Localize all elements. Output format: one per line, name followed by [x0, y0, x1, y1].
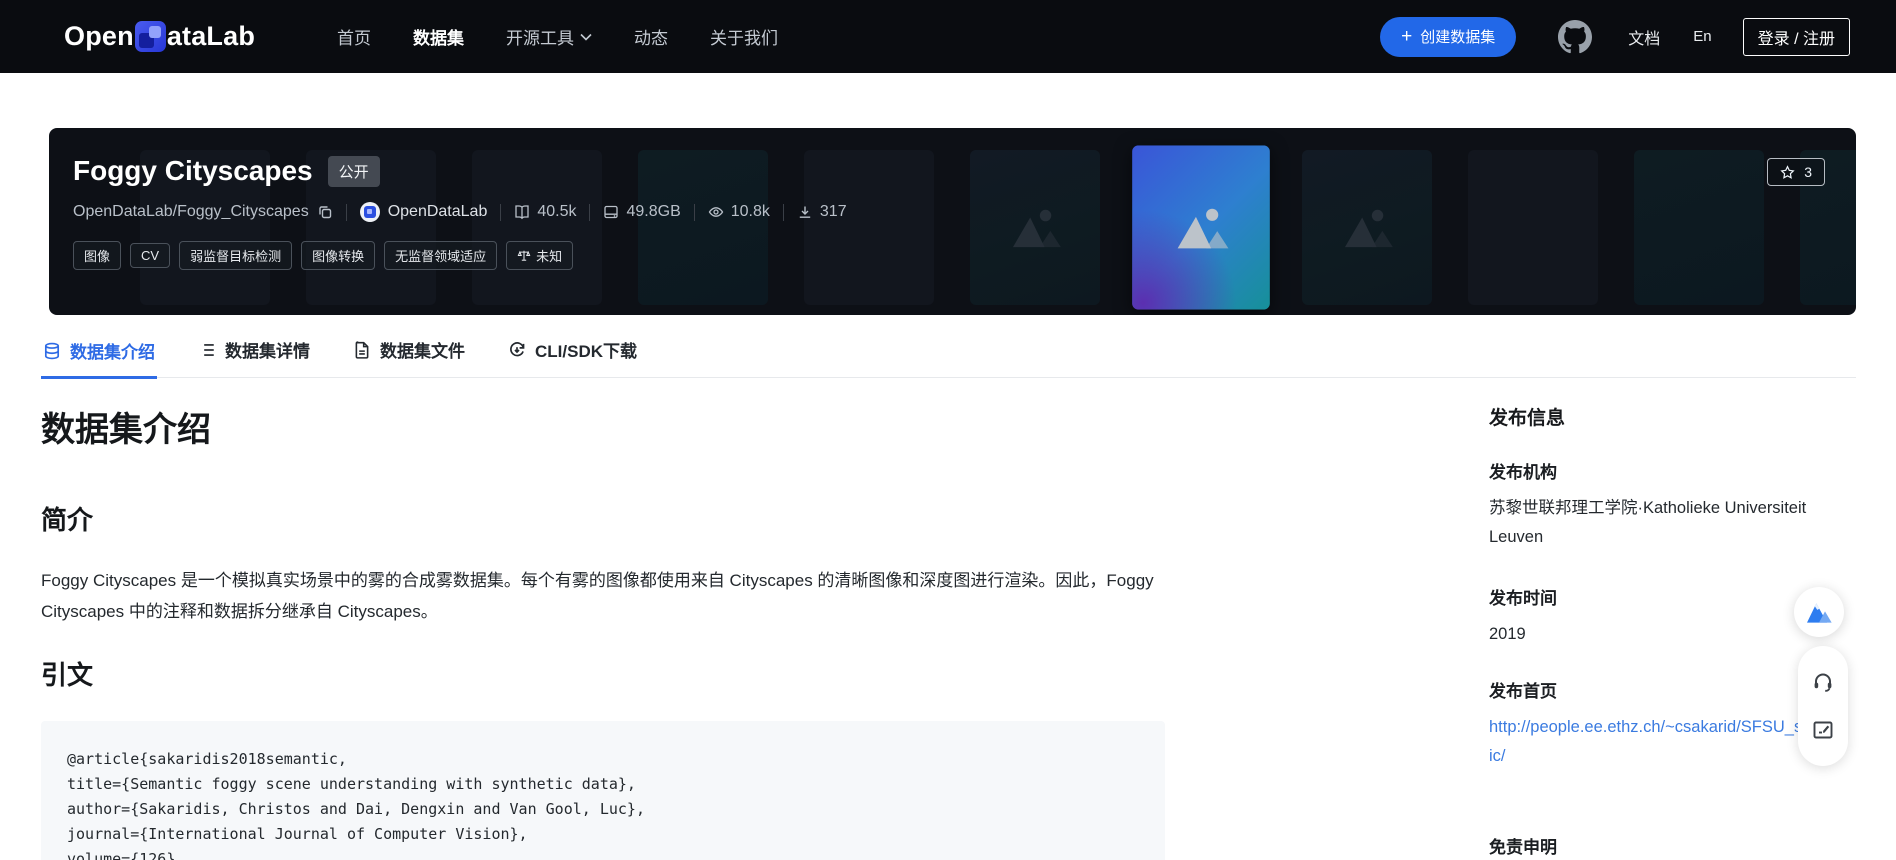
stat-volume: 40.5k	[514, 203, 576, 221]
tag-task-3[interactable]: 无监督领域适应	[384, 241, 498, 270]
image-placeholder-icon	[1338, 205, 1396, 251]
nav-home[interactable]: 首页	[337, 24, 371, 49]
headset-icon	[1814, 673, 1832, 692]
opendatalab-logo[interactable]: Open ataLab	[64, 21, 255, 52]
page-title: 数据集介绍	[41, 411, 211, 449]
star-icon	[1780, 164, 1795, 179]
image-placeholder-icon	[1006, 205, 1064, 251]
homepage-label: 发布首页	[1489, 682, 1557, 701]
dataset-thumbnail[interactable]	[1132, 145, 1270, 310]
publish-info-sidebar: 发布信息 发布机构 苏黎世联邦理工学院·Katholieke Universit…	[1489, 406, 1850, 859]
logo-text-rest: ataLab	[166, 21, 256, 51]
page: Open ataLab 首页 数据集 开源工具 动态 关于我们 + 创建数据集 …	[0, 0, 1896, 860]
file-icon	[355, 340, 369, 359]
dataset-meta-row: OpenDataLab/Foggy_Cityscapes OpenDataLab…	[73, 202, 847, 222]
tab-dataset-intro[interactable]: 数据集介绍	[41, 334, 157, 379]
dataset-tabbar: 数据集介绍 数据集详情 数据集文件 CLI/SDK下载	[41, 334, 1856, 379]
database-icon	[44, 342, 60, 359]
image-placeholder-icon	[1170, 203, 1231, 252]
opendatalab-float-button[interactable]	[1794, 587, 1844, 637]
publisher-value: 苏黎世联邦理工学院·Katholieke Universiteit Leuven	[1489, 499, 1807, 546]
storage-icon	[604, 205, 619, 219]
dataset-thumbnail[interactable]	[1468, 150, 1598, 305]
repo-path[interactable]: OpenDataLab/Foggy_Cityscapes	[73, 203, 333, 221]
divider	[500, 203, 502, 221]
dataset-title: Foggy Cityscapes	[73, 155, 313, 186]
github-icon[interactable]	[1558, 19, 1593, 54]
citation-code-block: @article{sakaridis2018semantic, title={S…	[41, 721, 1165, 860]
nav-news[interactable]: 动态	[634, 24, 668, 49]
tab-dataset-files[interactable]: 数据集文件	[351, 334, 467, 377]
create-dataset-button[interactable]: + 创建数据集	[1380, 16, 1517, 57]
tab-dataset-details[interactable]: 数据集详情	[196, 334, 312, 377]
citation-heading: 引文	[41, 660, 94, 690]
docs-link[interactable]: 文档	[1628, 25, 1660, 49]
visibility-badge: 公开	[327, 155, 380, 187]
dataset-thumbnail[interactable]	[970, 150, 1100, 305]
divider	[589, 203, 591, 221]
sync-download-icon	[510, 341, 525, 356]
stat-size: 49.8GB	[603, 203, 681, 221]
homepage-link[interactable]: http://people.ee.ethz.ch/~csakarid/SFSU_…	[1489, 713, 1850, 771]
help-widget	[1798, 646, 1848, 766]
feedback-button[interactable]	[1810, 717, 1836, 743]
divider	[345, 203, 347, 221]
dataset-thumbnail[interactable]	[1302, 150, 1432, 305]
language-toggle[interactable]: En	[1693, 28, 1711, 45]
login-register-button[interactable]: 登录 / 注册	[1742, 17, 1850, 56]
mountain-logo-icon	[1807, 603, 1832, 623]
publisher-org[interactable]: OpenDataLab	[359, 202, 487, 222]
header-actions: + 创建数据集 文档 En 登录 / 注册	[1380, 16, 1850, 57]
tag-modality[interactable]: 图像	[73, 241, 122, 270]
intro-heading: 简介	[41, 505, 94, 535]
logo-text-open: Open	[64, 21, 134, 51]
copy-icon[interactable]	[317, 204, 333, 220]
stat-downloads: 317	[797, 203, 847, 221]
dataset-hero-card: Foggy Cityscapes 公开 OpenDataLab/Foggy_Ci…	[49, 128, 1856, 315]
hero-content: Foggy Cityscapes 公开 OpenDataLab/Foggy_Ci…	[73, 155, 847, 270]
publisher-label: 发布机构	[1489, 463, 1557, 482]
download-icon	[799, 206, 811, 218]
nav-about[interactable]: 关于我们	[710, 24, 778, 49]
intro-paragraph: Foggy Cityscapes 是一个模拟真实场景中的雾的合成雾数据集。每个有…	[41, 571, 1154, 621]
chevron-down-icon	[580, 33, 592, 41]
tag-task-1[interactable]: 弱监督目标检测	[179, 241, 293, 270]
org-avatar	[359, 202, 380, 222]
disclaimer-label: 免责申明	[1489, 838, 1557, 857]
divider	[782, 203, 784, 221]
feedback-edit-icon	[1813, 721, 1833, 739]
support-headset-button[interactable]	[1810, 669, 1836, 695]
top-navbar: Open ataLab 首页 数据集 开源工具 动态 关于我们 + 创建数据集 …	[0, 0, 1896, 73]
star-button[interactable]: 3	[1767, 158, 1825, 186]
dataset-thumbnail[interactable]	[1634, 150, 1764, 305]
sidebar-title: 发布信息	[1489, 408, 1566, 429]
plus-icon: +	[1401, 26, 1413, 47]
tag-license[interactable]: 未知	[506, 241, 574, 270]
dataset-tags: 图像 CV 弱监督目标检测 图像转换 无监督领域适应 未知	[73, 241, 847, 270]
tag-task-2[interactable]: 图像转换	[301, 241, 376, 270]
main-nav: 首页 数据集 开源工具 动态 关于我们	[337, 24, 778, 49]
license-scale-icon	[517, 250, 531, 261]
tag-domain[interactable]: CV	[130, 243, 171, 268]
tab-cli-sdk-download[interactable]: CLI/SDK下载	[506, 334, 639, 377]
nav-opensource-tools[interactable]: 开源工具	[506, 24, 592, 49]
book-icon	[515, 205, 529, 220]
publish-time-value: 2019	[1489, 625, 1526, 643]
logo-cube-icon	[134, 21, 166, 52]
list-icon	[200, 343, 214, 356]
nav-datasets[interactable]: 数据集	[413, 24, 464, 49]
divider	[693, 203, 695, 221]
stat-views: 10.8k	[708, 203, 770, 221]
eye-icon	[708, 207, 724, 217]
dataset-intro-panel: 数据集介绍 简介 Foggy Cityscapes 是一个模拟真实场景中的雾的合…	[41, 400, 1165, 860]
